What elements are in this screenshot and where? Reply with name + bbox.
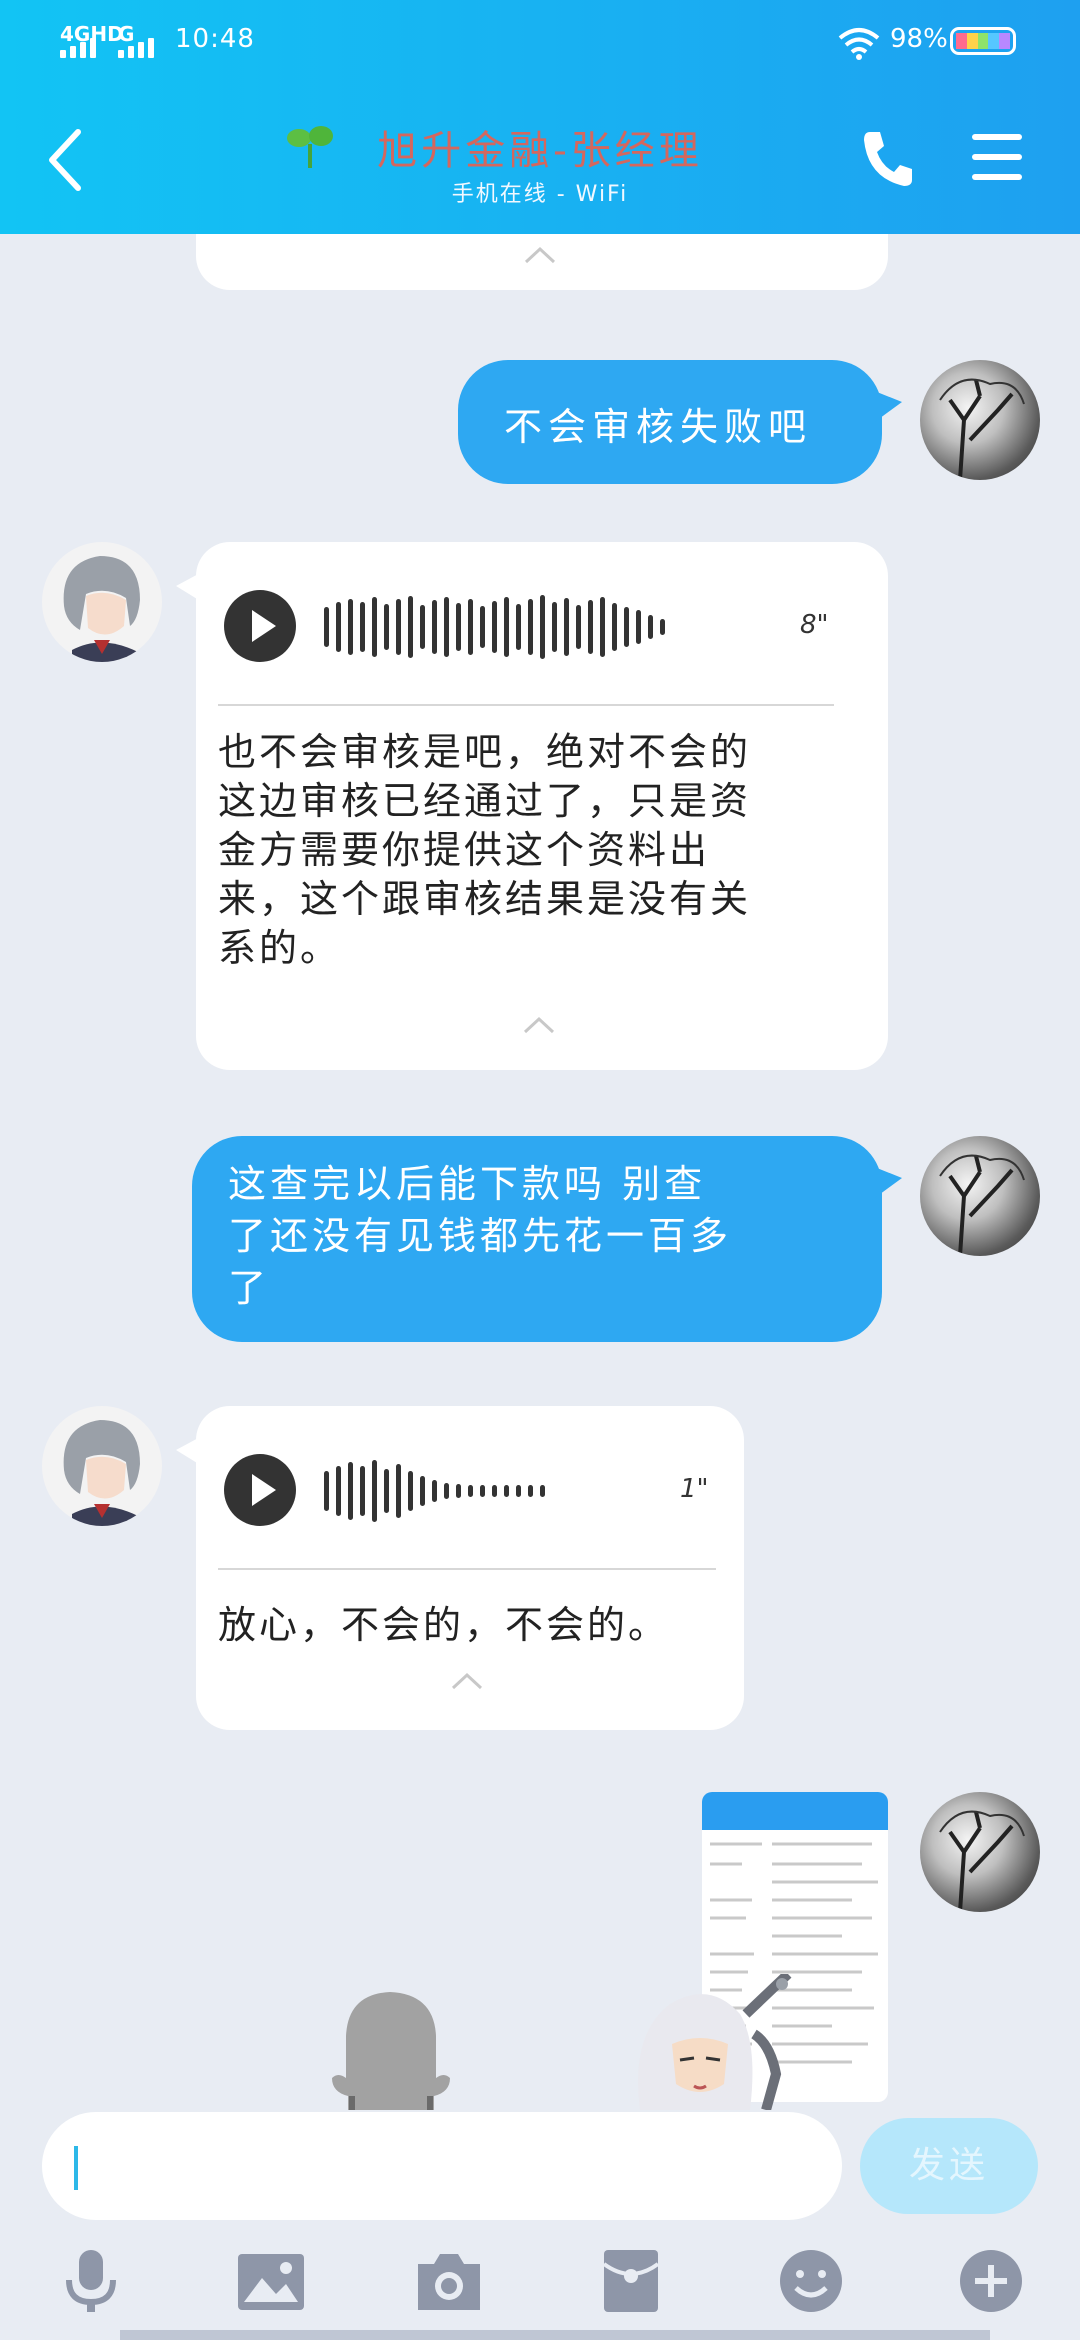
divider (218, 704, 834, 706)
message-bubble-me[interactable]: 这查完以后能下款吗 别查 了还没有见钱都先花一百多 了 (192, 1136, 902, 1342)
image-icon[interactable] (236, 2248, 306, 2314)
signal-icon-2 (118, 38, 154, 58)
chat-area[interactable]: 不会审核失败吧 8" 也不会审核是吧，绝对不会的 这边审核已经通过了，只是资 金… (0, 234, 1080, 2110)
message-text: 不会审核失败吧 (504, 405, 813, 449)
chevron-up-icon[interactable] (450, 1672, 484, 1690)
chat-title: 旭升金融-张经理 (377, 128, 703, 174)
status-bar: 4GHD G 10:48 98% (0, 0, 1080, 80)
message-line: 了 (228, 1266, 271, 1310)
send-button[interactable]: 发送 (860, 2118, 1038, 2214)
voice-message-bubble[interactable]: 1" 放心，不会的，不会的。 (196, 1406, 744, 1730)
tree-photo (939, 1154, 1025, 1256)
back-icon[interactable] (42, 120, 90, 200)
transcript-line: 也不会审核是吧，绝对不会的 (218, 730, 752, 774)
bubble-tail (872, 1166, 902, 1200)
plus-icon[interactable] (956, 2248, 1026, 2314)
signal-icon (60, 38, 96, 58)
top-bar: 4GHD G 10:48 98% 旭升金融-张经理 手机在线 - WiFi (0, 0, 1080, 234)
avatar-me[interactable] (920, 1136, 1040, 1256)
transcript-line: 系的。 (218, 926, 342, 970)
contact-silhouette-icon (332, 1992, 450, 2110)
bubble-tail (872, 390, 902, 424)
microphone-icon[interactable] (56, 2248, 126, 2314)
anime-avatar (63, 556, 140, 662)
emoji-icon[interactable] (776, 2248, 846, 2314)
bottom-tab-strip (120, 2330, 990, 2340)
voice-transcript: 放心，不会的，不会的。 (218, 1600, 669, 1650)
voice-duration: 1" (680, 1474, 709, 1504)
menu-icon[interactable] (972, 134, 1022, 180)
battery-icon (950, 27, 1016, 55)
camera-icon[interactable] (414, 2248, 484, 2314)
chevron-up-icon[interactable] (523, 246, 557, 264)
avatar-me[interactable] (920, 1792, 1040, 1912)
message-bubble-me[interactable]: 不会审核失败吧 (458, 360, 902, 484)
message-line: 了还没有见钱都先花一百多 (228, 1214, 733, 1258)
character-sticker (638, 1974, 792, 2110)
battery-percent: 98% (890, 24, 948, 54)
status-time: 10:48 (175, 24, 255, 54)
avatar-other[interactable] (42, 542, 162, 662)
chat-subtitle: 手机在线 - WiFi (451, 182, 629, 207)
message-input[interactable] (42, 2112, 842, 2220)
play-icon[interactable] (224, 1454, 296, 1526)
transcript-line: 放心，不会的，不会的。 (218, 1603, 670, 1647)
voice-waveform (324, 1456, 545, 1526)
avatar-me[interactable] (920, 360, 1040, 480)
play-icon[interactable] (224, 590, 296, 662)
anime-avatar (63, 1420, 140, 1526)
voice-message-bubble[interactable]: 8" 也不会审核是吧，绝对不会的 这边审核已经通过了，只是资 金方需要你提供这个… (196, 542, 888, 1070)
transcript-line: 这边审核已经通过了，只是资 (218, 779, 752, 823)
transcript-line: 来，这个跟审核结果是没有关 (218, 877, 752, 921)
tree-photo (939, 1810, 1025, 1912)
image-thumb-header (702, 1792, 888, 1830)
divider (218, 1568, 716, 1570)
red-packet-icon[interactable] (596, 2248, 666, 2314)
transcript-line: 金方需要你提供这个资料出 (218, 828, 711, 872)
voice-duration: 8" (800, 610, 829, 640)
phone-call-icon[interactable] (860, 128, 914, 188)
text-cursor (74, 2146, 78, 2190)
voice-waveform (324, 592, 665, 662)
voice-transcript: 也不会审核是吧，绝对不会的 这边审核已经通过了，只是资 金方需要你提供这个资料出… (218, 728, 751, 973)
wifi-icon (838, 28, 880, 60)
avatar-other[interactable] (42, 1406, 162, 1526)
tree-photo (939, 378, 1025, 480)
bubble-tail (176, 572, 202, 602)
chevron-up-icon[interactable] (522, 1016, 556, 1034)
bubble-tail (176, 1436, 202, 1466)
message-line: 这查完以后能下款吗 别查 (228, 1162, 707, 1206)
message-text: 这查完以后能下款吗 别查 了还没有见钱都先花一百多 了 (228, 1158, 732, 1314)
